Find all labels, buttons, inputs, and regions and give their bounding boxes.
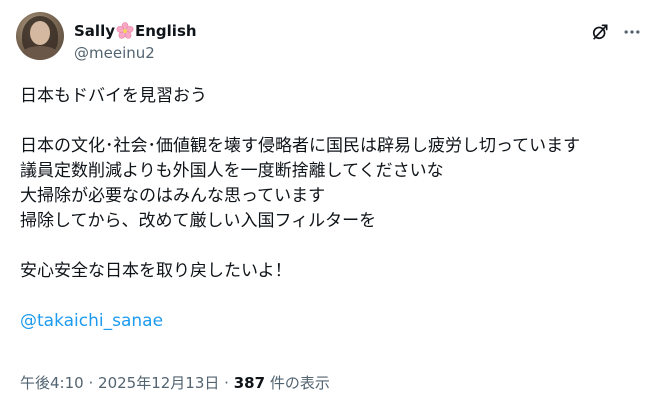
tweet-text: 日本もドバイを見習おう 日本の文化･社会･価値観を壊す侵略者に国民は辟易し疲労し…	[20, 84, 650, 334]
meta-separator: ·	[88, 374, 94, 392]
author-name-row[interactable]: Sally English	[74, 20, 197, 42]
meta-separator: ·	[224, 374, 229, 392]
display-name-part1[interactable]: Sally	[74, 22, 115, 40]
more-icon[interactable]	[622, 22, 642, 42]
tweet-meta: 午後4:10 · 2025年12月13日 · 387 件の表示	[20, 372, 330, 393]
tweet-post: Sally English @meeinu2 日本もドバイを見習おう 日本の文化…	[0, 0, 660, 405]
post-time[interactable]: 午後4:10	[20, 374, 84, 392]
tweet-line: 日本の文化･社会･価値観を壊す侵略者に国民は辟易し疲労し切っています	[20, 136, 581, 156]
tweet-line: 議員定数削減よりも外国人を一度断捨離してくださいな	[20, 161, 444, 181]
cherry-blossom-icon	[116, 22, 134, 39]
tweet-line: 日本もドバイを見習おう	[20, 86, 207, 106]
display-name-part2[interactable]: English	[135, 22, 197, 40]
avatar[interactable]	[16, 12, 64, 60]
post-date[interactable]: 2025年12月13日	[98, 374, 219, 392]
views-label: 件の表示	[269, 374, 330, 392]
tweet-line: 大掃除が必要なのはみんな思っています	[20, 186, 326, 206]
author-handle[interactable]: @meeinu2	[74, 44, 155, 62]
views-count: 387	[233, 374, 266, 392]
tweet-line: 安心安全な日本を取り戻したいよ！	[20, 261, 292, 281]
mention-link[interactable]: @takaichi_sanae	[20, 309, 650, 334]
grok-icon[interactable]	[590, 22, 610, 42]
tweet-line: 掃除してから、改めて厳しい入国フィルターを	[20, 211, 377, 231]
